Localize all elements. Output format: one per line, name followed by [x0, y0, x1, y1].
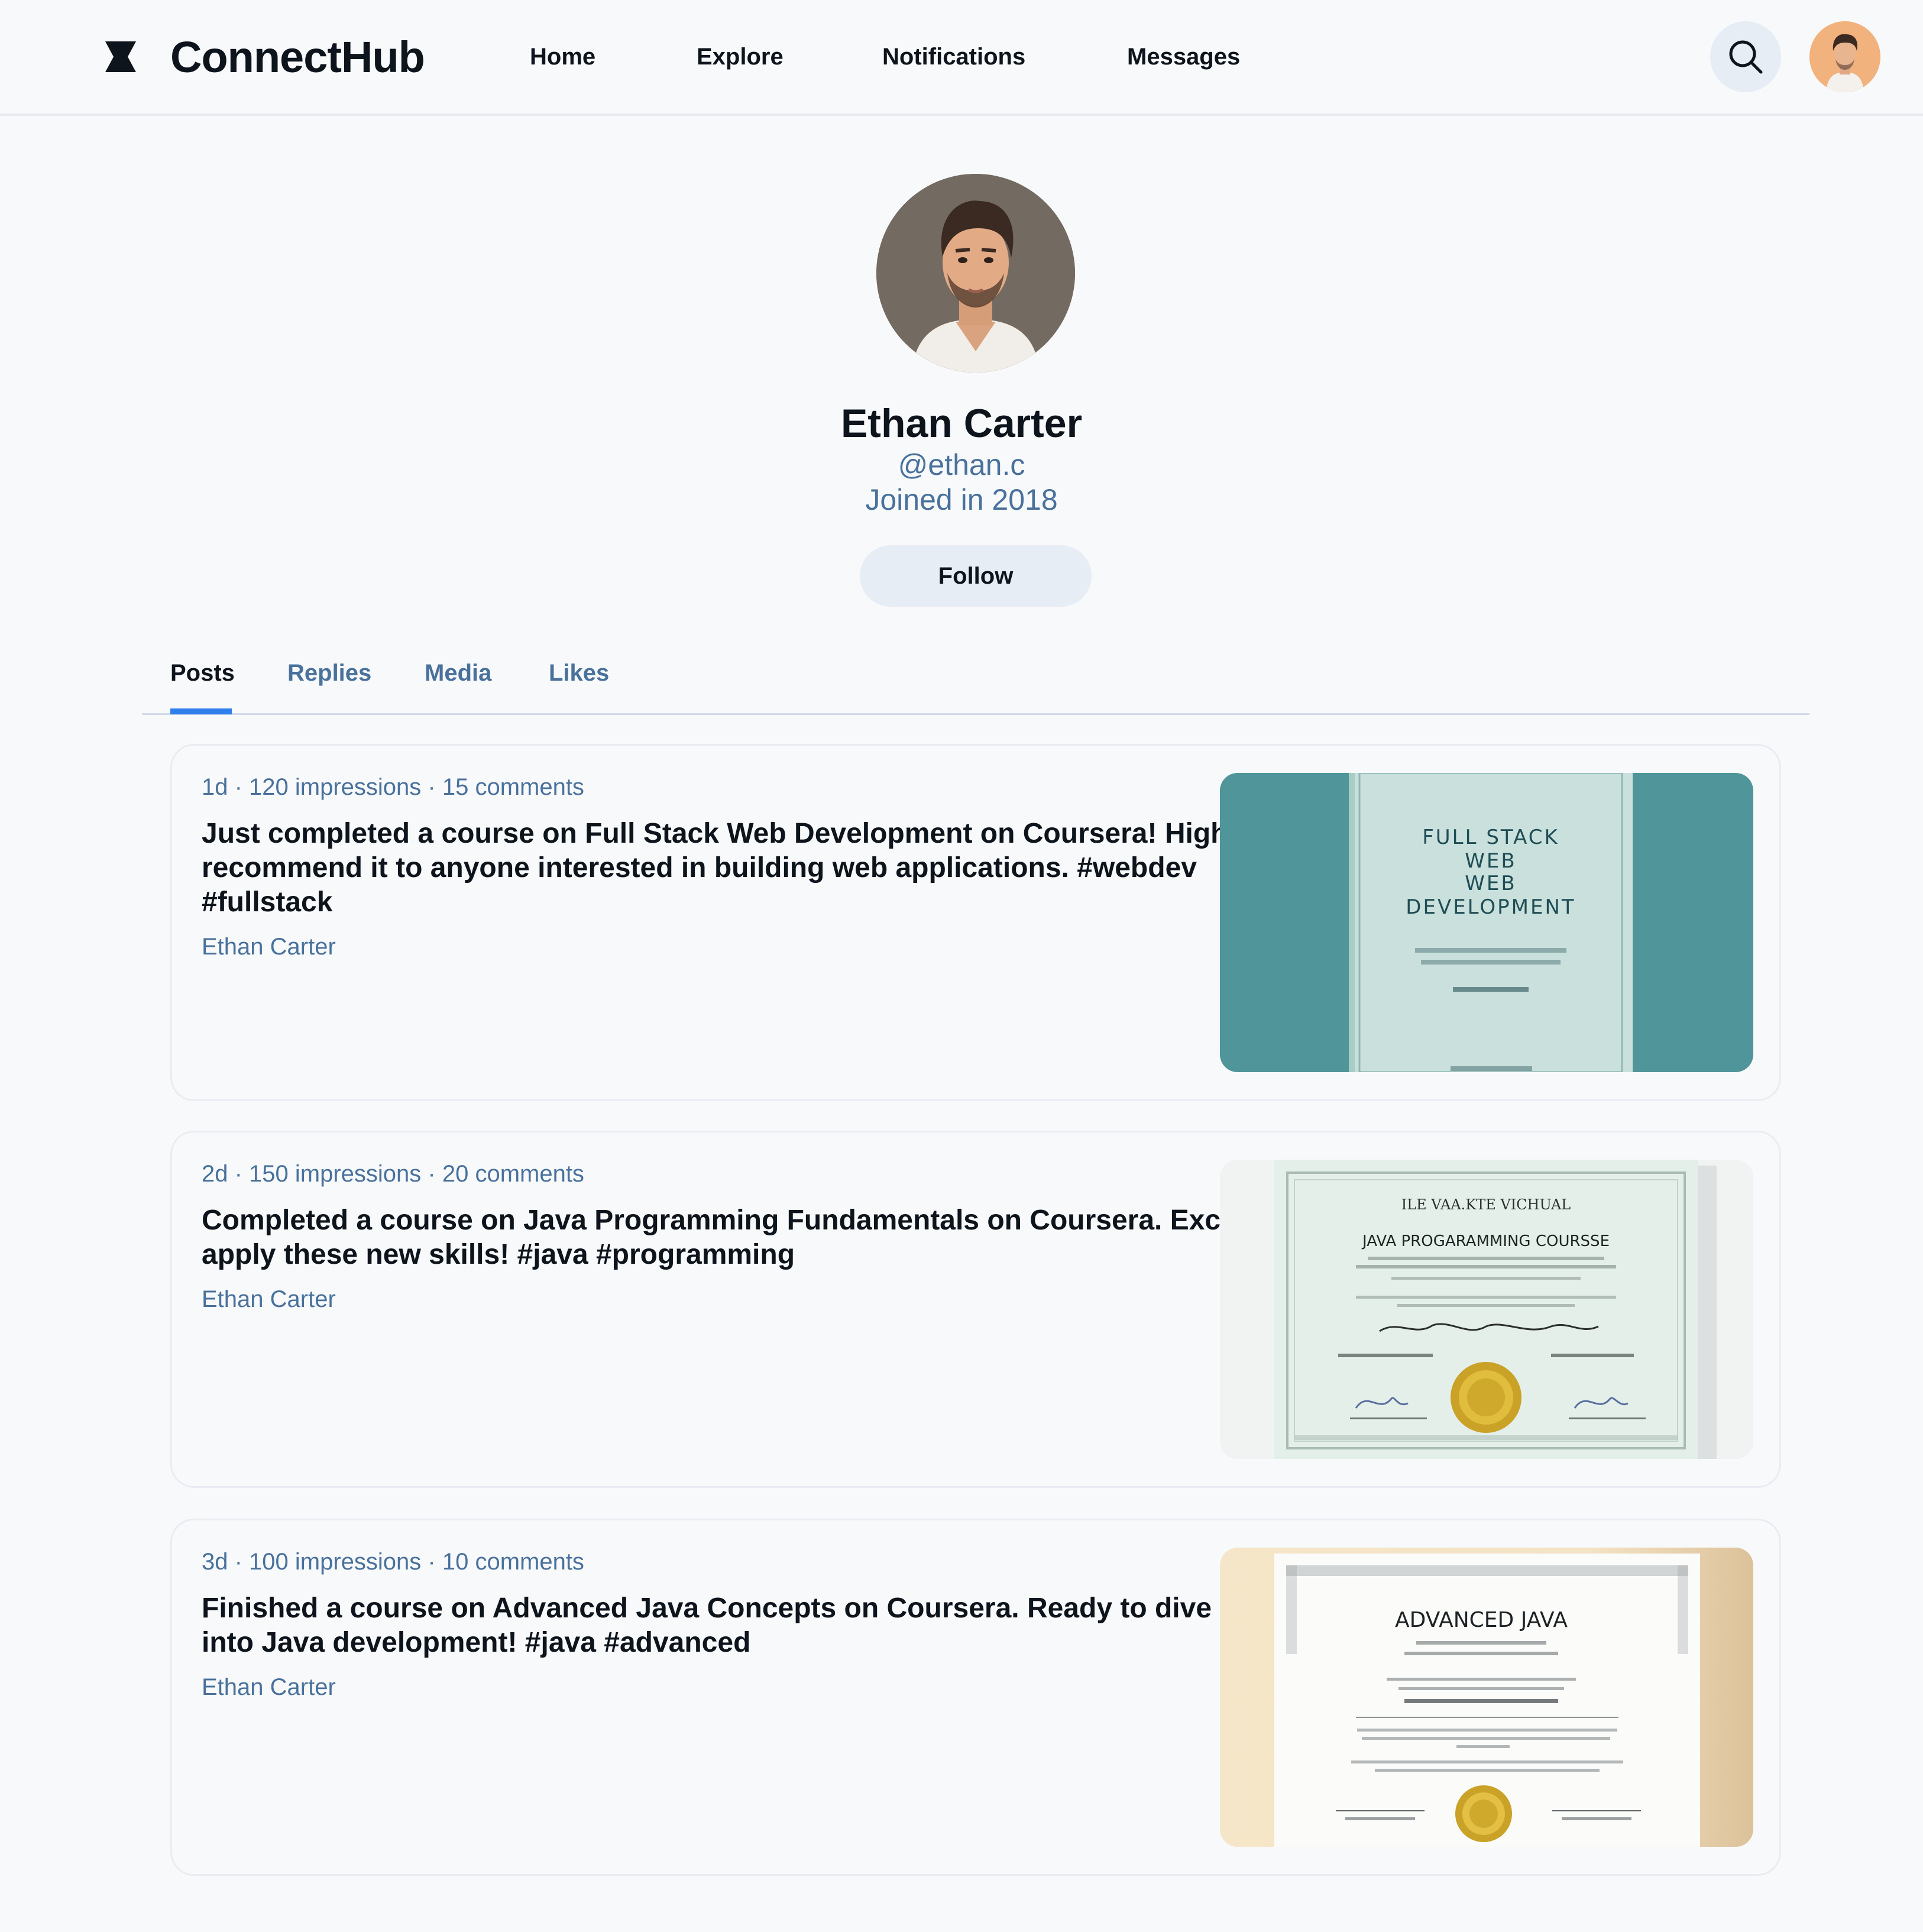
certificate-title: ADVANCED JAVA [1395, 1608, 1568, 1632]
search-icon [1729, 40, 1763, 74]
post-text: Finished a course on Advanced Java Conce… [202, 1593, 1313, 1658]
tab-posts[interactable]: Posts [170, 658, 235, 688]
post-image[interactable]: ILE VAA.KTE VICHUAL JAVA PROGARAMMING CO… [1220, 1160, 1753, 1459]
post-image[interactable]: ADVANCED JAVA [1220, 1548, 1753, 1847]
post-author[interactable]: Ethan Carter [202, 931, 336, 962]
post-card[interactable]: 2d · 150 impressions · 20 comments Compl… [170, 1131, 1781, 1488]
tab-replies[interactable]: Replies [287, 658, 371, 688]
nav-messages[interactable]: Messages [1127, 41, 1240, 72]
follow-button[interactable]: Follow [860, 545, 1092, 607]
active-tab-indicator [170, 708, 232, 714]
java-certificate-image: ILE VAA.KTE VICHUAL JAVA PROGARAMMING CO… [1220, 1160, 1753, 1459]
profile-portrait-image [876, 174, 1075, 373]
user-avatar-image [1809, 21, 1880, 92]
post-meta: 2d · 150 impressions · 20 comments [202, 1161, 584, 1187]
tabs-divider [142, 713, 1809, 715]
post-card[interactable]: 1d · 120 impressions · 15 comments Just … [170, 744, 1781, 1101]
tab-likes[interactable]: Likes [549, 658, 609, 688]
hourglass-logo-icon[interactable] [104, 40, 137, 73]
post-image[interactable]: FULL STACK WEB WEB DEVELOPMENT [1220, 773, 1753, 1072]
post-meta: 3d · 100 impressions · 10 comments [202, 1549, 584, 1575]
top-header: ConnectHub Home Explore Notifications Me… [0, 0, 1923, 116]
advanced-java-certificate-image: ADVANCED JAVA [1220, 1548, 1753, 1847]
post-author[interactable]: Ethan Carter [202, 1672, 336, 1703]
profile-joined-date: Joined in 2018 [865, 483, 1058, 516]
search-button[interactable] [1710, 21, 1781, 92]
profile-handle: @ethan.c [898, 448, 1025, 481]
post-author[interactable]: Ethan Carter [202, 1284, 336, 1315]
book-title-line-2: WEB [1465, 849, 1516, 873]
book-title-line-1: FULL STACK [1422, 826, 1559, 849]
post-card[interactable]: 3d · 100 impressions · 10 comments Finis… [170, 1519, 1781, 1876]
certificate-title: JAVA PROGARAMMING COURSSE [1361, 1232, 1610, 1250]
post-text: Just completed a course on Full Stack We… [202, 818, 1252, 918]
profile-avatar [876, 174, 1075, 373]
course-book-image: FULL STACK WEB WEB DEVELOPMENT [1220, 773, 1753, 1072]
book-title-line-4: DEVELOPMENT [1406, 895, 1575, 919]
nav-notifications[interactable]: Notifications [882, 41, 1025, 72]
nav-explore[interactable]: Explore [697, 41, 784, 72]
post-text: Completed a course on Java Programming F… [202, 1205, 1306, 1270]
tab-media[interactable]: Media [425, 658, 491, 688]
nav-home[interactable]: Home [530, 41, 595, 72]
brand-name[interactable]: ConnectHub [170, 32, 425, 83]
user-avatar[interactable] [1809, 21, 1880, 92]
post-meta: 1d · 120 impressions · 15 comments [202, 774, 584, 800]
certificate-heading: ILE VAA.KTE VICHUAL [1401, 1196, 1571, 1213]
book-title-line-3: WEB [1465, 872, 1516, 895]
profile-name: Ethan Carter [840, 401, 1083, 446]
